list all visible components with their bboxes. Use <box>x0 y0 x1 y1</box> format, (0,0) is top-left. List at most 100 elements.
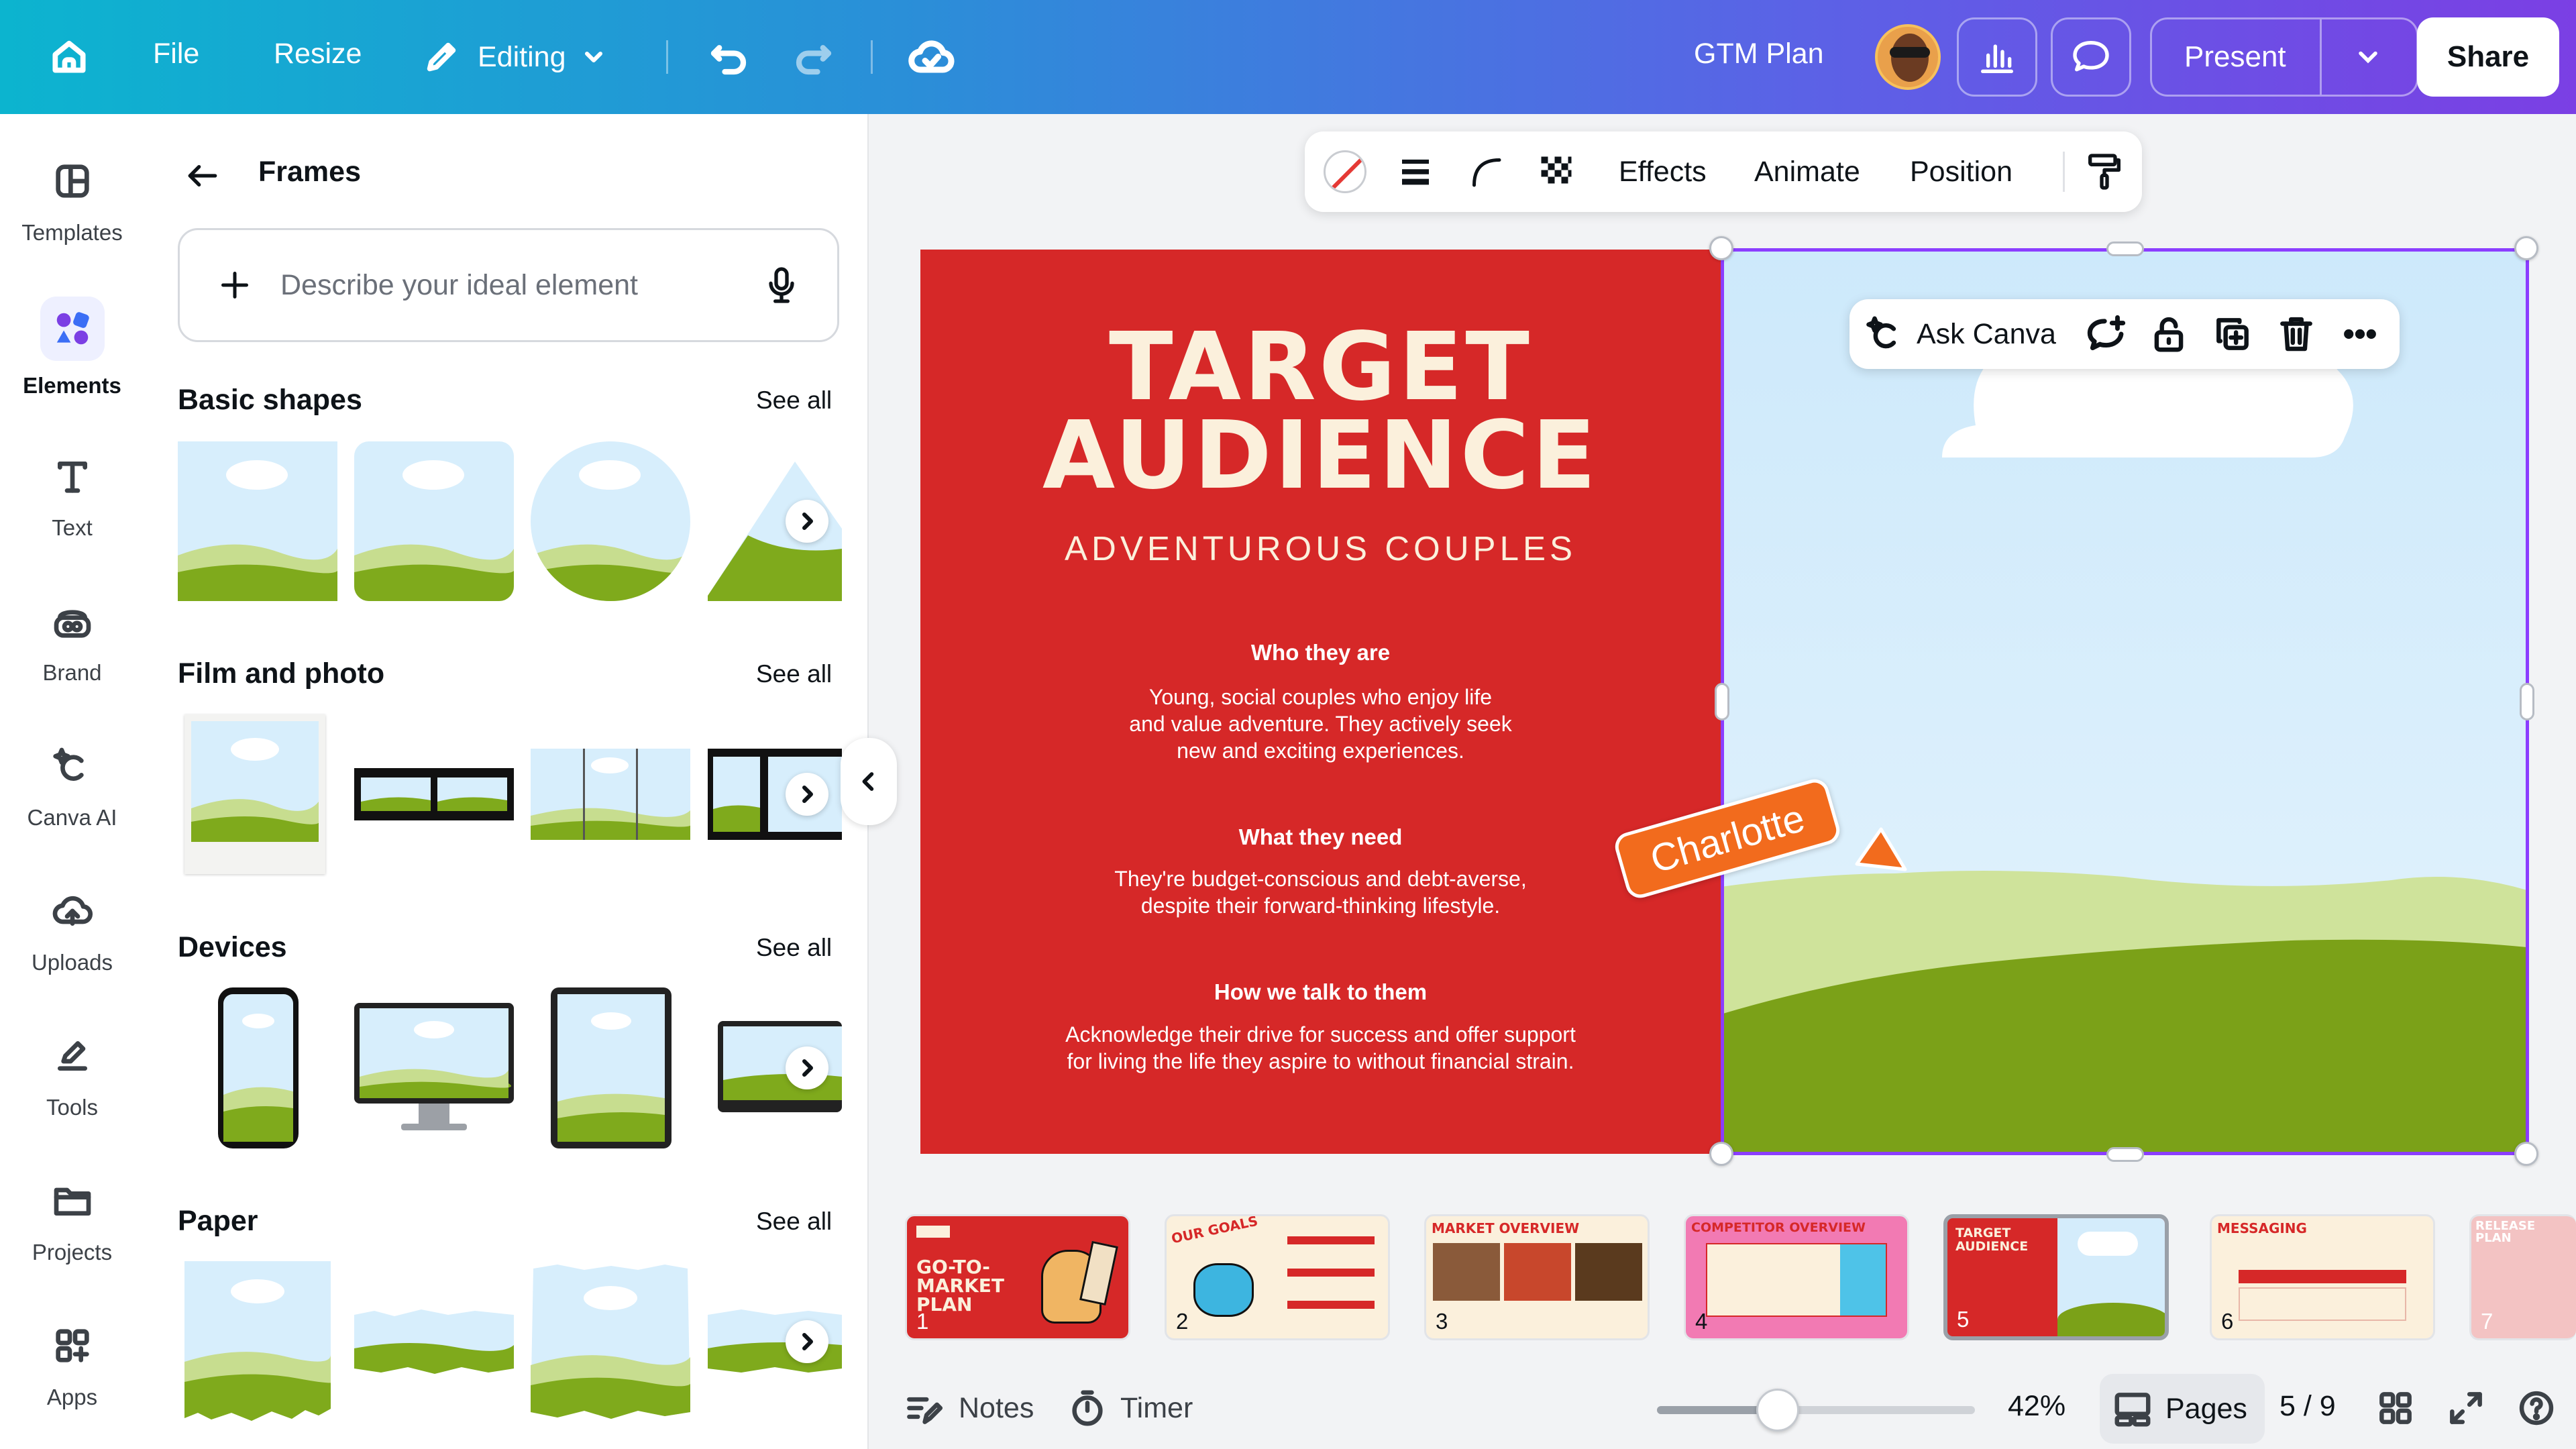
grid-view-button[interactable] <box>2375 1387 2416 1429</box>
resize-handle[interactable] <box>2514 236 2538 260</box>
slide-title[interactable]: TARGET AUDIENCE <box>920 321 1721 503</box>
position-button[interactable]: Position <box>1910 156 2012 189</box>
transparency-button[interactable] <box>1536 152 1576 195</box>
editing-mode-dropdown[interactable]: Editing <box>421 31 607 83</box>
fullscreen-button[interactable] <box>2445 1387 2487 1429</box>
resize-handle[interactable] <box>2520 683 2534 720</box>
resize-handle[interactable] <box>1709 1142 1733 1166</box>
frame-circle[interactable] <box>531 441 690 601</box>
resize-handle[interactable] <box>2106 241 2144 256</box>
share-button[interactable]: Share <box>2417 17 2559 97</box>
ripped-paper-frame[interactable] <box>531 1265 690 1419</box>
timer-button[interactable]: Timer <box>1067 1387 1193 1429</box>
more-options-icon[interactable] <box>2339 313 2381 355</box>
help-button[interactable] <box>2516 1387 2557 1429</box>
duplicate-icon[interactable] <box>2212 313 2253 355</box>
back-button[interactable] <box>181 154 224 201</box>
add-comment-icon[interactable] <box>2084 312 2129 356</box>
rail-item-elements[interactable]: Elements <box>0 297 144 431</box>
border-style-button[interactable] <box>1395 152 1436 195</box>
page-thumbnail-1[interactable]: GO-TO-MARKET PLAN 1 <box>905 1214 1130 1340</box>
trash-icon[interactable] <box>2275 313 2317 355</box>
desktop-frame[interactable] <box>354 1003 514 1137</box>
block-body[interactable]: Acknowledge their drive for success and … <box>920 1021 1721 1075</box>
scroll-right-button[interactable] <box>786 773 828 816</box>
microphone-icon[interactable] <box>760 264 803 307</box>
scroll-right-button[interactable] <box>786 500 828 543</box>
color-picker-button[interactable] <box>1324 150 1366 193</box>
zoom-slider[interactable] <box>1657 1389 1975 1432</box>
insights-button[interactable] <box>1957 17 2037 97</box>
scroll-right-button[interactable] <box>786 1320 828 1363</box>
resize-handle[interactable] <box>2106 1147 2144 1162</box>
triptych-frame[interactable] <box>531 749 690 840</box>
ask-canva-button[interactable]: Ask Canva <box>1917 318 2056 351</box>
polaroid-frame[interactable] <box>184 714 325 874</box>
page-thumbnail-3[interactable]: MARKET OVERVIEW 3 <box>1424 1214 1650 1340</box>
document-title[interactable]: GTM Plan <box>1694 38 1824 70</box>
home-icon <box>52 40 86 73</box>
copy-style-button[interactable] <box>2083 150 2126 197</box>
zoom-level[interactable]: 42% <box>2008 1390 2065 1423</box>
block-heading[interactable]: How we talk to them <box>920 979 1721 1005</box>
pages-button[interactable]: Pages <box>2100 1374 2265 1444</box>
block-body[interactable]: Young, social couples who enjoy life and… <box>920 684 1721 764</box>
block-body[interactable]: They're budget-conscious and debt-averse… <box>920 865 1721 919</box>
rail-item-apps[interactable]: Apps <box>0 1319 144 1449</box>
tablet-frame[interactable] <box>551 987 672 1148</box>
resize-handle[interactable] <box>1715 683 1729 720</box>
apps-icon <box>46 1319 99 1373</box>
rail-item-projects[interactable]: Projects <box>0 1174 144 1308</box>
context-toolbar: Effects Animate Position <box>1305 131 2142 212</box>
rail-item-templates[interactable]: Templates <box>0 154 144 288</box>
page-thumbnail-2[interactable]: OUR GOALS 2 <box>1165 1214 1390 1340</box>
frame-square[interactable] <box>178 441 337 601</box>
cloud-sync-status[interactable] <box>907 34 955 82</box>
present-button[interactable]: Present <box>2184 40 2286 74</box>
rail-item-tools[interactable]: Tools <box>0 1029 144 1163</box>
phone-frame[interactable] <box>218 987 299 1148</box>
rail-item-text[interactable]: Text <box>0 449 144 584</box>
scroll-right-button[interactable] <box>786 1046 828 1089</box>
rail-item-canva-ai[interactable]: Canva AI <box>0 739 144 873</box>
block-heading[interactable]: What they need <box>920 824 1721 850</box>
chevron-down-icon[interactable] <box>2353 42 2383 72</box>
film-strip-frame[interactable] <box>354 768 514 820</box>
corner-rounding-button[interactable] <box>1466 152 1506 195</box>
notes-button[interactable]: Notes <box>902 1387 1034 1429</box>
torn-paper-frame[interactable] <box>184 1261 331 1422</box>
page-thumbnail-5-active[interactable]: TARGET AUDIENCE 5 <box>1943 1214 2169 1340</box>
arrow-left-icon <box>188 165 217 186</box>
undo-button[interactable] <box>706 35 751 79</box>
frame-rounded-square[interactable] <box>354 441 514 601</box>
block-heading[interactable]: Who they are <box>920 640 1721 665</box>
comments-button[interactable] <box>2051 17 2131 97</box>
rail-item-uploads[interactable]: Uploads <box>0 884 144 1018</box>
left-rail: Templates Elements Text Brand Canva AI U… <box>0 114 144 1449</box>
zoom-slider-thumb[interactable] <box>1756 1389 1800 1432</box>
see-all-film-and-photo[interactable]: See all <box>756 660 832 688</box>
panel-title: Frames <box>258 156 361 188</box>
page-thumbnail-7[interactable]: RELEASE PLAN 7 <box>2469 1214 2576 1340</box>
resize-handle[interactable] <box>2514 1142 2538 1166</box>
page-thumbnail-6[interactable]: MESSAGING 6 <box>2210 1214 2435 1340</box>
collapse-panel-button[interactable] <box>841 738 897 825</box>
search-input[interactable]: Describe your ideal element <box>178 228 839 342</box>
resize-handle[interactable] <box>1709 236 1733 260</box>
redo-button[interactable] <box>792 35 836 79</box>
animate-button[interactable]: Animate <box>1754 156 1860 189</box>
section-title-film-and-photo: Film and photo <box>178 657 385 690</box>
effects-button[interactable]: Effects <box>1619 156 1707 189</box>
slide-subtitle[interactable]: ADVENTUROUS COUPLES <box>920 529 1721 568</box>
see-all-devices[interactable]: See all <box>756 934 832 962</box>
lock-icon[interactable] <box>2148 313 2190 355</box>
rail-item-brand[interactable]: Brand <box>0 594 144 729</box>
torn-strip-frame[interactable] <box>354 1308 514 1375</box>
file-menu[interactable]: File <box>153 38 199 70</box>
page-thumbnail-4[interactable]: COMPETITOR OVERVIEW 4 <box>1684 1214 1909 1340</box>
see-all-basic-shapes[interactable]: See all <box>756 386 832 415</box>
home-button[interactable] <box>48 32 97 80</box>
see-all-paper[interactable]: See all <box>756 1208 832 1236</box>
resize-button[interactable]: Resize <box>274 38 362 70</box>
avatar[interactable] <box>1875 24 1941 90</box>
